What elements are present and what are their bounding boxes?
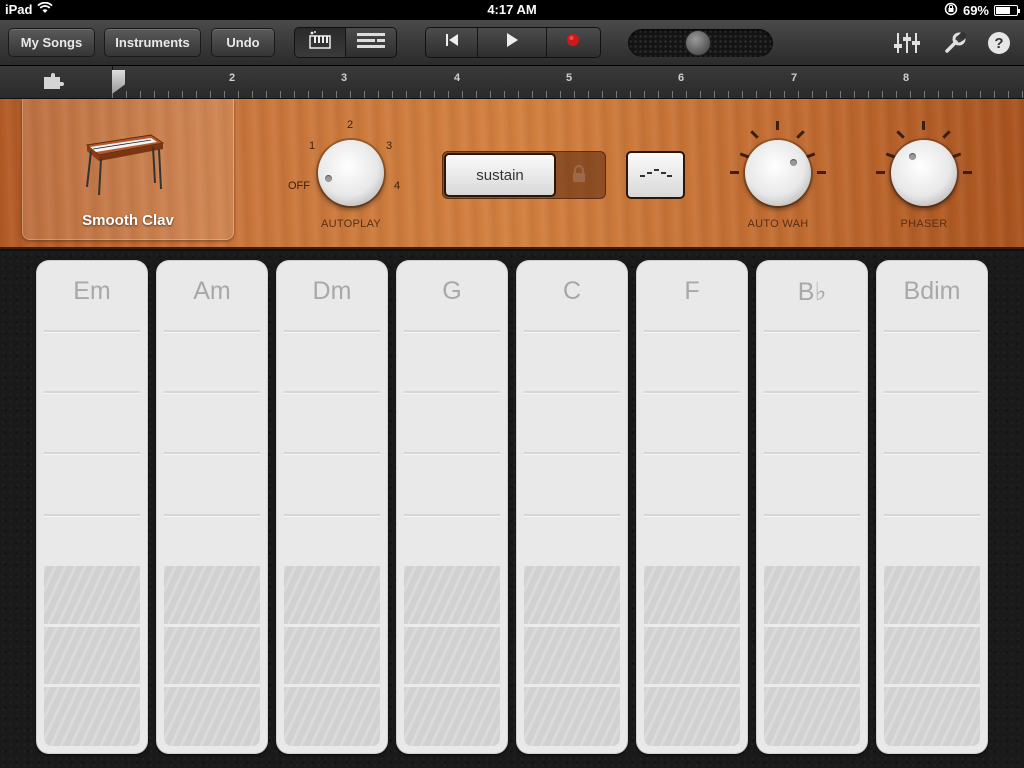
chord-label: Am	[193, 277, 231, 305]
help-icon[interactable]: ?	[988, 32, 1010, 54]
instruments-button[interactable]: Instruments	[104, 28, 201, 57]
status-bar: iPad 4:17 AM 69%	[0, 0, 1024, 20]
auto-wah-label: AUTO WAH	[747, 218, 809, 230]
chord-strip-dm[interactable]: Dm	[277, 261, 387, 753]
autoplay-position-label: 4	[394, 180, 401, 192]
phaser-knob[interactable]	[891, 140, 957, 206]
bass-notes-area[interactable]	[164, 566, 260, 746]
autoplay-knob[interactable]	[318, 140, 384, 206]
tracks-view-button[interactable]	[346, 28, 396, 57]
go-to-start-button[interactable]	[426, 28, 479, 57]
transport-controls	[425, 27, 601, 58]
chord-label: G	[442, 277, 462, 305]
battery-percent: 69%	[962, 3, 989, 18]
chord-strips-area: Em Am Dm G C F B♭ Bdim	[0, 251, 1024, 768]
bass-notes-area[interactable]	[284, 566, 380, 746]
play-icon	[504, 32, 520, 53]
bar-number: 4	[454, 72, 461, 84]
rotation-lock-icon	[944, 2, 958, 19]
bar-number: 8	[903, 72, 910, 84]
chord-label: C	[562, 277, 582, 305]
arpeggiator-button[interactable]	[626, 151, 685, 199]
mixer-button[interactable]	[893, 32, 921, 59]
chord-strip-bdim[interactable]: Bdim	[877, 261, 987, 753]
instrument-selector[interactable]: Smooth Clav	[22, 99, 234, 240]
bar-number: 3	[341, 72, 348, 84]
bass-notes-area[interactable]	[764, 566, 860, 746]
skip-back-icon	[444, 33, 460, 52]
instrument-control-panel: Smooth Clav OFF 1 2 3 4 AUTOPLAY sustain…	[0, 99, 1024, 249]
wrench-icon	[944, 31, 968, 59]
auto-wah-knob[interactable]	[745, 140, 811, 206]
sustain-control: sustain	[442, 151, 606, 199]
chord-strip-b-flat[interactable]: B♭	[757, 261, 867, 753]
ruler-ticks	[112, 91, 1024, 98]
undo-button[interactable]: Undo	[211, 28, 275, 57]
chord-label: Bdim	[903, 277, 961, 305]
sustain-button[interactable]: sustain	[444, 153, 556, 197]
bass-notes-area[interactable]	[44, 566, 140, 746]
mixer-icon	[893, 33, 921, 59]
autoplay-position-label: OFF	[288, 180, 310, 192]
knob-indicator	[909, 153, 916, 160]
play-button[interactable]	[478, 28, 547, 57]
pattern-icon	[639, 166, 673, 185]
chord-strip-c[interactable]: C	[517, 261, 627, 753]
view-switch	[294, 27, 397, 58]
bar-number: 7	[791, 72, 798, 84]
autoplay-position-label: 1	[309, 140, 316, 152]
record-button[interactable]	[546, 28, 600, 57]
timeline-ruler[interactable]: 1 2 3 4 5 6 7 8	[0, 66, 1024, 99]
bass-notes-area[interactable]	[644, 566, 740, 746]
volume-slider-handle[interactable]	[685, 30, 711, 56]
electric-piano-icon	[81, 127, 167, 202]
knob-indicator	[790, 159, 797, 166]
master-volume-slider[interactable]	[628, 29, 773, 57]
phaser-label: PHASER	[900, 218, 948, 230]
autoplay-position-label: 2	[347, 119, 354, 131]
bar-number: 6	[678, 72, 685, 84]
tracks-icon	[356, 31, 386, 54]
chord-strip-g[interactable]: G	[397, 261, 507, 753]
chord-strip-em[interactable]: Em	[37, 261, 147, 753]
battery-icon	[994, 5, 1020, 16]
chord-label: Dm	[312, 277, 352, 305]
chord-strip-f[interactable]: F	[637, 261, 747, 753]
instrument-view-button[interactable]	[295, 28, 346, 57]
keyboard-icon	[308, 30, 332, 55]
lock-icon[interactable]	[571, 164, 587, 189]
chord-strip-am[interactable]: Am	[157, 261, 267, 753]
autoplay-label: AUTOPLAY	[320, 218, 382, 230]
bass-notes-area[interactable]	[524, 566, 620, 746]
instrument-name: Smooth Clav	[82, 212, 174, 229]
bar-number: 2	[229, 72, 236, 84]
my-songs-button[interactable]: My Songs	[8, 28, 95, 57]
settings-button[interactable]	[944, 31, 968, 59]
chord-label: B♭	[797, 278, 827, 306]
chord-label: Em	[73, 277, 111, 305]
knob-indicator	[325, 175, 332, 182]
record-icon	[566, 33, 580, 52]
bar-number: 5	[566, 72, 573, 84]
puzzle-piece-icon[interactable]	[42, 73, 64, 96]
bass-notes-area[interactable]	[884, 566, 980, 746]
bass-notes-area[interactable]	[404, 566, 500, 746]
toolbar: My Songs Instruments Undo ?	[0, 20, 1024, 66]
clock: 4:17 AM	[487, 2, 537, 17]
chord-label: F	[684, 277, 700, 305]
autoplay-position-label: 3	[386, 140, 393, 152]
